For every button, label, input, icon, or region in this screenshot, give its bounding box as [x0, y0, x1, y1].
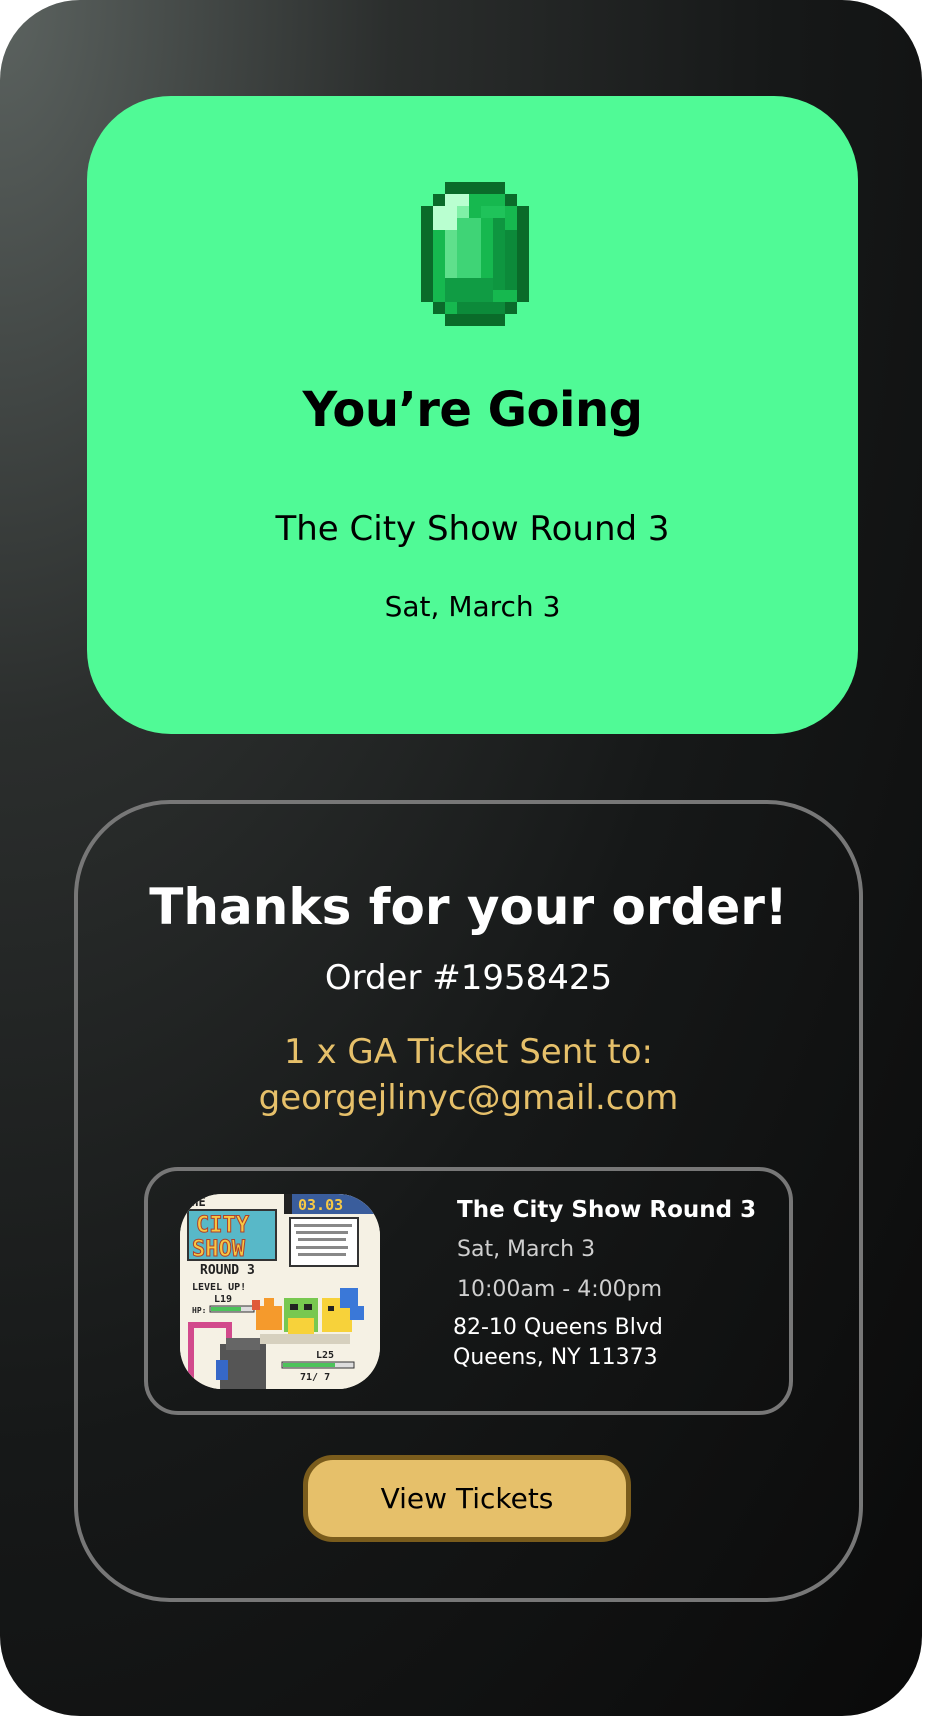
poster-hp-count: 71/ 7 [300, 1372, 330, 1383]
event-address-line1: 82-10 Queens Blvd [453, 1315, 663, 1340]
emerald-gem-icon [421, 182, 529, 326]
poster-level-up: LEVEL UP! [192, 1282, 246, 1293]
event-title: The City Show Round 3 [457, 1197, 757, 1223]
view-tickets-button[interactable]: View Tickets [303, 1455, 631, 1542]
event-date: Sat, March 3 [457, 1237, 596, 1262]
event-poster-art: 03.03 THE CITY SHOW ROUND 3 LEVEL UP! L1… [180, 1194, 380, 1389]
order-number: Order #1958425 [324, 958, 613, 998]
event-address-line2: Queens, NY 11373 [453, 1345, 658, 1370]
page-title: You’re Going [302, 382, 643, 438]
poster-line-round: ROUND 3 [200, 1263, 255, 1278]
hero-event-name: The City Show Round 3 [275, 509, 670, 549]
event-time: 10:00am - 4:00pm [457, 1277, 663, 1302]
phone-frame: You’re Going The City Show Round 3 Sat, … [0, 0, 922, 1716]
thanks-heading: Thanks for your order! [149, 878, 788, 936]
poster-hp-level: L25 [316, 1350, 334, 1361]
poster-hp-label: HP: [192, 1306, 206, 1315]
event-poster-thumbnail: 03.03 THE CITY SHOW ROUND 3 LEVEL UP! L1… [180, 1194, 380, 1389]
poster-date-label: 03.03 [298, 1196, 343, 1214]
hero-event-date: Sat, March 3 [384, 590, 561, 623]
poster-line-show: SHOW [192, 1237, 246, 1262]
ticket-delivery-info: 1 x GA Ticket Sent to: georgejlinyc@gmai… [74, 1029, 863, 1121]
delivery-email: georgejlinyc@gmail.com [258, 1078, 679, 1118]
ticket-sent-line: 1 x GA Ticket Sent to: [284, 1032, 653, 1072]
poster-level-value: L19 [214, 1294, 232, 1305]
poster-line-city: CITY [196, 1213, 250, 1238]
